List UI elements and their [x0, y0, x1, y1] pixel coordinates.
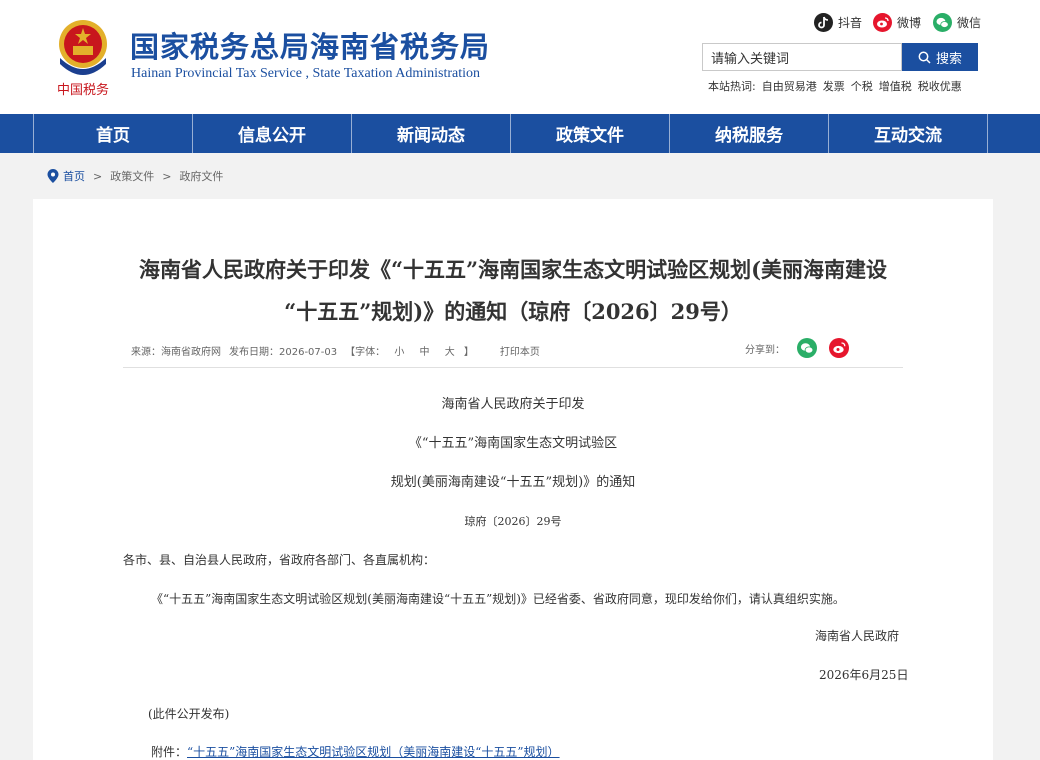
- hot-word-link[interactable]: 发票: [823, 78, 845, 94]
- recipients: 各市、县、自治县人民政府，省政府各部门、各直属机构：: [123, 553, 436, 567]
- hot-word-link[interactable]: 个税: [851, 78, 873, 94]
- breadcrumb-separator: >: [162, 169, 172, 183]
- hot-word-link[interactable]: 增值税: [879, 78, 912, 94]
- attachment-label: 附件：: [151, 745, 188, 759]
- nav-item-info-disclosure[interactable]: 信息公开: [192, 114, 351, 153]
- meta-divider: [123, 367, 903, 368]
- hot-word-link[interactable]: 税收优惠: [918, 78, 962, 94]
- weibo-icon: [873, 12, 892, 32]
- hot-words: 本站热词: 自由贸易港 发票 个税 增值税 税收优惠: [708, 78, 962, 94]
- site-title[interactable]: 国家税务总局海南省税务局: [130, 24, 490, 66]
- share-wechat-icon[interactable]: [797, 338, 817, 358]
- article-source: 来源：海南省政府网: [131, 347, 221, 358]
- article-panel: 海南省人民政府关于印发《“十五五”海南国家生态文明试验区规划(美丽海南建设 “十…: [33, 199, 993, 760]
- share-weibo-icon[interactable]: [829, 338, 849, 358]
- wechat-icon: [933, 12, 952, 32]
- doc-heading-line: 《“十五五”海南国家生态文明试验区: [408, 436, 618, 451]
- font-medium-button[interactable]: 中: [420, 347, 430, 358]
- share-bar: 分享到：: [745, 338, 849, 358]
- breadcrumb-gov-docs[interactable]: 政府文件: [179, 168, 223, 184]
- sign-date: 2026年6月25日: [819, 668, 909, 682]
- tax-emblem-logo[interactable]: 中国税务: [52, 14, 114, 98]
- doc-heading-line: 规划(美丽海南建设“十五五”规划)》的通知: [390, 475, 636, 490]
- font-size-control: 【字体： 小 中 大 】: [345, 343, 474, 358]
- hot-word-link[interactable]: 自由贸易港: [762, 78, 817, 94]
- font-size-label-close: 】: [463, 347, 474, 358]
- article-meta: 来源：海南省政府网 发布日期：2026-07-03 【字体： 小 中 大 】 打…: [131, 343, 540, 358]
- nav-item-policy-documents[interactable]: 政策文件: [510, 114, 669, 153]
- search-button-label: 搜索: [935, 51, 962, 67]
- main-nav: 首页 信息公开 新闻动态 政策文件 纳税服务 互动交流: [0, 114, 1040, 153]
- search-icon: [918, 51, 931, 64]
- wechat-label: 微信: [957, 15, 982, 30]
- weibo-label: 微博: [897, 15, 922, 30]
- search-button[interactable]: 搜索: [902, 43, 978, 71]
- attachment: 附件：“十五五”海南国家生态文明试验区规划（美丽海南建设“十五五”规划）: [151, 743, 560, 760]
- nav-item-home[interactable]: 首页: [33, 114, 192, 153]
- emblem-text: 中国税务: [57, 82, 109, 98]
- weibo-link[interactable]: 微博: [873, 11, 921, 33]
- breadcrumb-separator: >: [93, 169, 103, 183]
- site-header: 中国税务 国家税务总局海南省税务局 Hainan Provincial Tax …: [0, 0, 1040, 114]
- doc-heading-line: 海南省人民政府关于印发: [441, 397, 585, 412]
- location-pin-icon: [47, 169, 59, 183]
- article-title-line: “十五五”规划)》的通知（琼府〔2026〕29号）: [284, 299, 742, 324]
- nav-item-tax-service[interactable]: 纳税服务: [669, 114, 828, 153]
- publish-note: (此件公开发布): [148, 707, 230, 721]
- article-date: 发布日期：2026-07-03: [229, 347, 338, 358]
- attachment-link[interactable]: “十五五”海南国家生态文明试验区规划（美丽海南建设“十五五”规划）: [187, 745, 560, 759]
- nav-item-news[interactable]: 新闻动态: [351, 114, 510, 153]
- site-title-english: Hainan Provincial Tax Service , State Ta…: [131, 66, 481, 81]
- breadcrumb-home[interactable]: 首页: [63, 168, 85, 184]
- article-title-line: 海南省人民政府关于印发《“十五五”海南国家生态文明试验区规划(美丽海南建设: [138, 257, 888, 282]
- font-size-label: 【字体：: [345, 347, 386, 358]
- body-paragraph: 《“十五五”海南国家生态文明试验区规划(美丽海南建设“十五五”规划)》已经省委、…: [151, 592, 845, 606]
- signature: 海南省人民政府: [815, 629, 900, 643]
- font-large-button[interactable]: 大: [445, 347, 455, 358]
- douyin-link[interactable]: 抖音: [814, 11, 862, 33]
- breadcrumb: 首页 > 政策文件 > 政府文件: [47, 168, 223, 184]
- share-label: 分享到：: [745, 344, 785, 356]
- douyin-label: 抖音: [838, 15, 863, 30]
- breadcrumb-policy[interactable]: 政策文件: [110, 168, 154, 184]
- hot-words-label: 本站热词:: [708, 80, 756, 93]
- nav-item-interaction[interactable]: 互动交流: [828, 114, 988, 153]
- search-input[interactable]: [702, 43, 902, 71]
- doc-number: 琼府〔2026〕29号: [464, 515, 562, 528]
- print-button[interactable]: 打印本页: [500, 343, 540, 358]
- douyin-icon: [814, 12, 833, 32]
- font-small-button[interactable]: 小: [394, 347, 404, 358]
- article-title: 海南省人民政府关于印发《“十五五”海南国家生态文明试验区规划(美丽海南建设 “十…: [123, 249, 903, 333]
- wechat-link[interactable]: 微信: [933, 11, 981, 33]
